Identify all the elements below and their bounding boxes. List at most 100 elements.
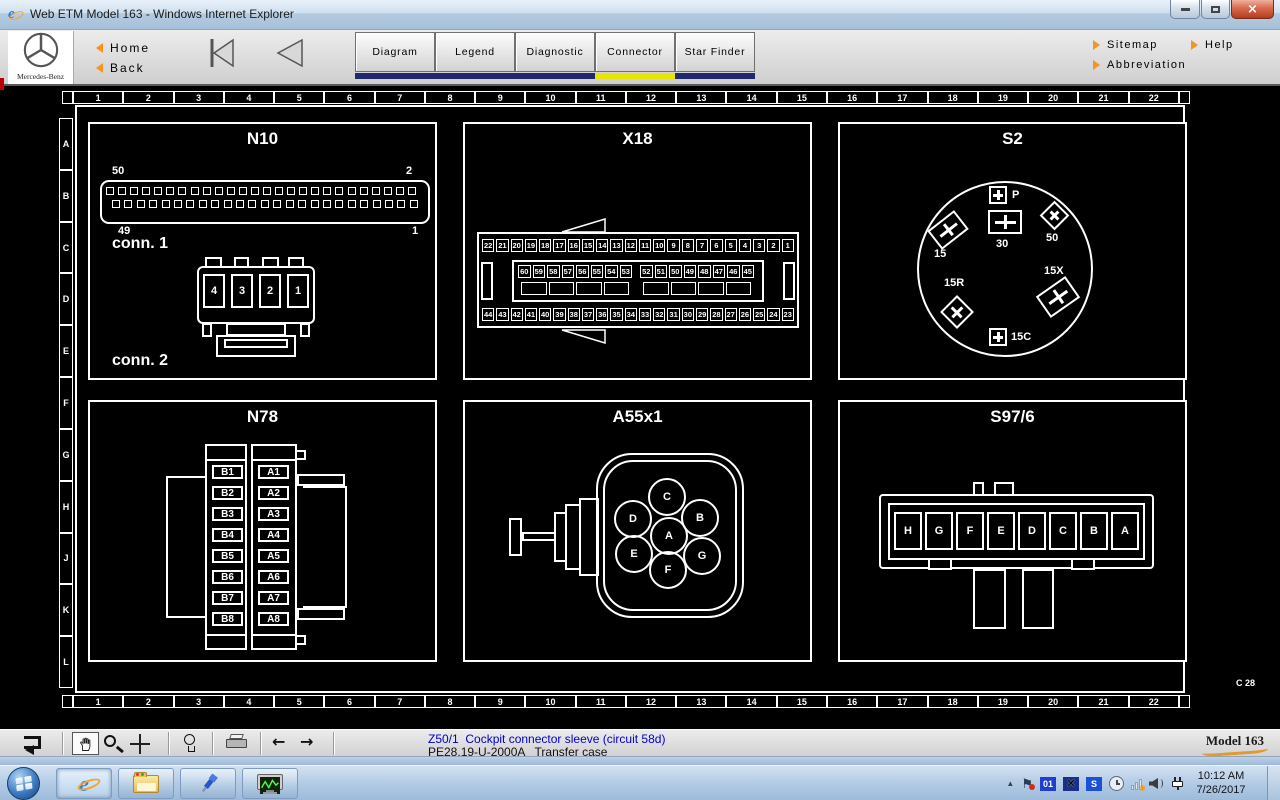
close-button[interactable]: ×	[1231, 0, 1274, 19]
a55-pin-c: C	[648, 478, 686, 516]
tray-x-icon[interactable]: ✕	[1063, 777, 1079, 791]
s97-pin: C	[1049, 512, 1077, 550]
sitemap-link[interactable]: Sitemap	[1093, 39, 1158, 51]
ruler-stub	[1179, 695, 1190, 708]
taskbar-monitor-app-button[interactable]	[242, 768, 298, 799]
tab-accent	[355, 73, 435, 79]
ruler-cell: 22	[1129, 695, 1179, 708]
tray-date: 7/26/2017	[1188, 783, 1254, 797]
tab-connector[interactable]: Connector	[595, 32, 675, 79]
tab-star-finder[interactable]: Star Finder	[675, 32, 755, 79]
volume-icon[interactable]	[1149, 777, 1164, 790]
x18-pin: 3	[753, 239, 765, 252]
tray-s-icon[interactable]: S	[1086, 777, 1102, 791]
help-link[interactable]: Help	[1191, 39, 1234, 51]
taskbar-diagnostic-app-button[interactable]	[180, 768, 236, 799]
taskbar-explorer-button[interactable]	[118, 768, 174, 799]
go-first-button[interactable]	[202, 36, 242, 75]
x18-pin: 42	[511, 308, 523, 321]
panel-a55x1[interactable]: A55x1 C B D A G E F	[463, 400, 812, 662]
x18-pin-row-bottom: 4443424140393837363534333231302928272625…	[482, 308, 794, 321]
back-link[interactable]: Back	[96, 58, 150, 78]
minimize-button[interactable]	[1170, 0, 1200, 19]
tray-time: 10:12 AM	[1188, 769, 1254, 783]
orange-arrow-icon	[96, 43, 103, 53]
taskbar-ie-button[interactable]: e	[56, 768, 112, 799]
s97-leg	[1022, 569, 1054, 629]
x18-pin: 15	[582, 239, 594, 252]
go-back-button[interactable]	[272, 36, 308, 75]
highlight-tool-button[interactable]	[184, 734, 195, 745]
panel-x18[interactable]: X18 22212019181716151413121110987654321 …	[463, 122, 812, 380]
component-link[interactable]: Z50/1 Cockpit connector sleeve (circuit …	[428, 732, 665, 746]
n78-pin: A5	[258, 549, 289, 563]
pin-square	[298, 200, 306, 208]
panel-s2[interactable]: S2 P 30 50 15 15R 15X 15C	[838, 122, 1187, 380]
pin-square	[261, 200, 269, 208]
tab-diagnostic[interactable]: Diagnostic	[515, 32, 595, 79]
pin-square	[323, 200, 331, 208]
network-signal-icon[interactable]	[1131, 778, 1142, 790]
start-button[interactable]	[7, 767, 40, 800]
system-tray: ▲ ⚑ 01 ✕ S	[1006, 766, 1184, 800]
prev-page-button[interactable]: ←	[272, 732, 285, 752]
next-page-button[interactable]: →	[300, 732, 313, 752]
x18-pin: 14	[596, 239, 608, 252]
pin-square	[174, 200, 182, 208]
return-button[interactable]	[24, 736, 41, 749]
home-link[interactable]: Home	[96, 38, 150, 58]
panel-title: S97/6	[840, 407, 1185, 427]
panel-n10[interactable]: N10 50 2 49 1 conn. 1 4321 conn. 2	[88, 122, 437, 380]
x18-pin-row-top: 22212019181716151413121110987654321	[482, 239, 794, 252]
show-desktop-button[interactable]	[1267, 766, 1280, 800]
pin-square	[348, 200, 356, 208]
tab-legend[interactable]: Legend	[435, 32, 515, 79]
print-button[interactable]	[226, 735, 248, 750]
action-center-icon[interactable]: ⚑	[1021, 777, 1033, 790]
orange-arrow-icon	[1191, 40, 1198, 50]
n78-pin: B4	[212, 528, 243, 542]
s2-terminal-15c	[989, 328, 1007, 346]
x18-pin: 57	[562, 265, 575, 278]
power-plug-icon[interactable]	[1171, 777, 1184, 790]
x18-pin: 43	[496, 308, 508, 321]
ruler-stub	[1179, 91, 1190, 104]
s97-pin: E	[987, 512, 1015, 550]
x18-pin: 33	[639, 308, 651, 321]
edge-accent	[0, 78, 4, 90]
tray-clock-icon[interactable]	[1109, 776, 1124, 791]
maximize-button[interactable]	[1201, 0, 1230, 19]
tab-diagram[interactable]: Diagram	[355, 32, 435, 79]
tray-clock-text[interactable]: 10:12 AM 7/26/2017	[1188, 769, 1254, 797]
panel-n78[interactable]: N78 B1B2B3B4B5B6B7B8 A1A2A3A4A5A6A7A8	[88, 400, 437, 662]
x18-pin: 45	[742, 265, 755, 278]
pin-label: 50	[112, 165, 124, 177]
separator	[212, 732, 213, 755]
s97-pin: H	[894, 512, 922, 550]
x18-pin: 11	[639, 239, 651, 252]
terminal-label: 15C	[1011, 331, 1031, 343]
ruler-cell: 20	[1028, 91, 1078, 104]
crosshair-tool-button[interactable]	[130, 734, 150, 754]
window-bottom-border	[0, 757, 1280, 765]
pin-square	[149, 200, 157, 208]
show-hidden-icons-button[interactable]: ▲	[1006, 779, 1014, 788]
pin-square	[397, 200, 405, 208]
tray-badge-01[interactable]: 01	[1040, 777, 1056, 791]
x18-pin: 7	[696, 239, 708, 252]
pin-square	[227, 187, 235, 195]
panel-title: X18	[465, 129, 810, 149]
zoom-tool-button[interactable]	[104, 735, 116, 747]
ruler-top: 12345678910111213141516171819202122	[62, 91, 1190, 104]
ruler-cell: 4	[224, 91, 274, 104]
abbreviation-link[interactable]: Abbreviation	[1093, 59, 1186, 71]
ruler-bottom: 12345678910111213141516171819202122	[62, 695, 1190, 708]
ruler-cell: 10	[525, 91, 575, 104]
panel-s97-6[interactable]: S97/6 HGFEDCBA	[838, 400, 1187, 662]
panel-title: A55x1	[465, 407, 810, 427]
x18-pin: 52	[640, 265, 653, 278]
pan-tool-button[interactable]	[72, 732, 99, 755]
x18-pin: 16	[568, 239, 580, 252]
orange-arrow-icon	[1093, 60, 1100, 70]
x18-pin: 25	[753, 308, 765, 321]
